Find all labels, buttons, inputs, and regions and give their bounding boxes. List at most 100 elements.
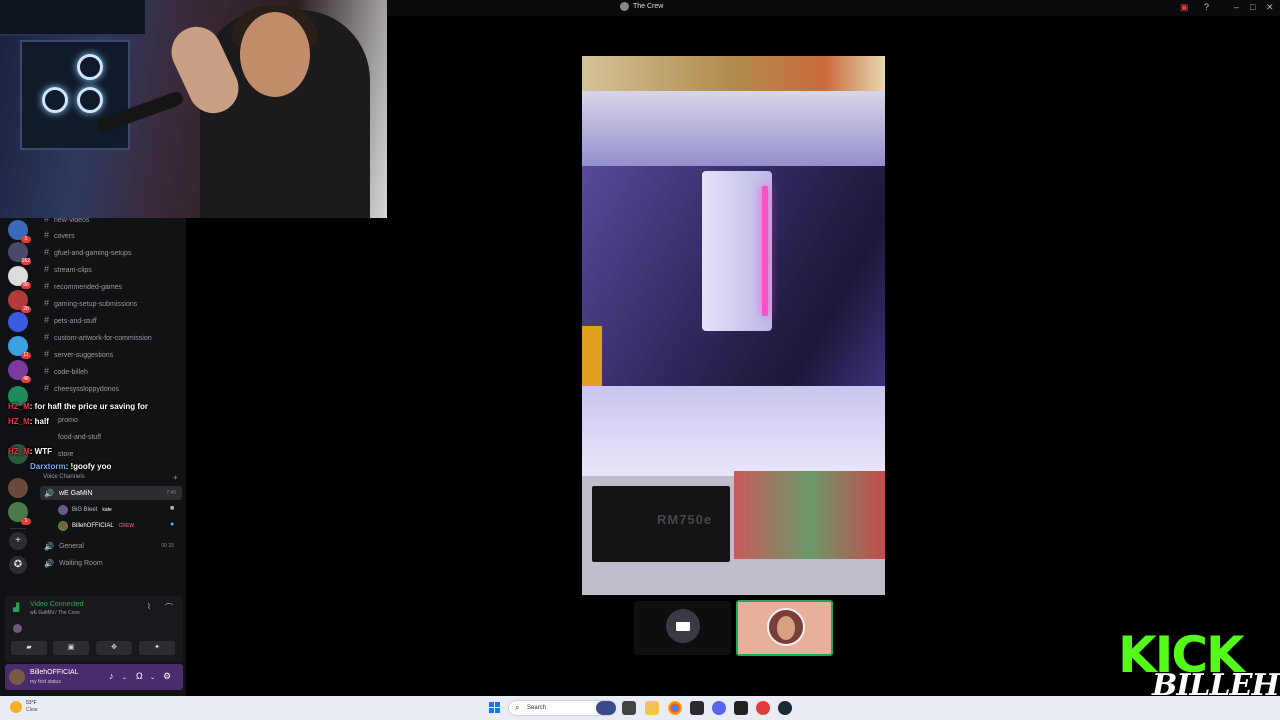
monitor [0, 0, 145, 36]
chat-user: HZ_M [8, 402, 30, 411]
server-icon[interactable]: 11 [8, 336, 31, 359]
weather-icon[interactable] [10, 701, 22, 713]
hash-icon: # [44, 315, 50, 325]
server-icon[interactable]: 86 [8, 266, 31, 289]
participant-tile[interactable] [634, 601, 731, 655]
custom-status: my first status [30, 679, 61, 685]
channel-item[interactable]: # recommended-games [44, 281, 122, 291]
server-badge: 1 [21, 236, 31, 243]
user-panel: BillehOFFICIAL my first status ♪ ⌄ Ω ⌄ ⚙ [5, 664, 183, 690]
channel-item[interactable]: # code-billeh [44, 366, 88, 376]
chat-user: HZ_M [8, 447, 30, 456]
channel-item[interactable]: # gaming-setup-submissions [44, 298, 137, 308]
voice-user[interactable]: BillehOFFICIAL CREW [58, 519, 136, 532]
voice-count: 00 [161, 543, 168, 549]
voice-channel-waiting-room[interactable]: 🔊 Waiting Room [40, 556, 182, 570]
signal-icon[interactable]: ▟ [13, 603, 19, 612]
video-light [582, 326, 602, 386]
psu-label: RM750e [657, 512, 713, 527]
chevron-down-icon[interactable]: ⌄ [150, 674, 155, 681]
screen-share-button[interactable]: ▣ [53, 641, 89, 655]
steam-icon[interactable] [778, 701, 792, 715]
server-badge: 28 [21, 306, 31, 313]
voice-channel-general[interactable]: 🔊 General 00 25 [40, 539, 182, 553]
close-button[interactable]: ✕ [1266, 2, 1274, 13]
start-button[interactable] [489, 702, 501, 714]
channel-name: code-billeh [54, 369, 88, 376]
channel-item[interactable]: promo [58, 417, 78, 424]
voice-channel-name: General [58, 542, 84, 550]
chevron-down-icon[interactable]: ⌄ [122, 674, 127, 681]
maximize-button[interactable]: □ [1250, 2, 1255, 12]
server-icon[interactable]: 162 [8, 242, 31, 265]
chat-user: Darxtorm [30, 462, 66, 471]
chrome-icon[interactable] [668, 701, 682, 715]
add-channel-icon[interactable]: + [173, 473, 178, 482]
fan [42, 87, 68, 113]
channel-item[interactable]: # covers [44, 230, 75, 240]
avatar[interactable] [9, 669, 25, 685]
fan [77, 54, 103, 80]
hash-icon: # [44, 349, 50, 359]
taskbar-app-icon[interactable] [596, 701, 616, 715]
hash-icon: # [44, 383, 50, 393]
webcam-overlay [0, 0, 387, 218]
main-video-stream[interactable]: RM750e [582, 56, 885, 595]
server-badge: 86 [21, 282, 31, 289]
voice-user-count: 00 25 [161, 543, 174, 549]
minimize-button[interactable]: – [1234, 2, 1239, 12]
server-icon[interactable] [8, 312, 28, 332]
voice-timer: 7:40 [166, 490, 176, 496]
channel-item[interactable]: # pets-and-stuff [44, 315, 97, 325]
chat-text: : half [29, 417, 49, 426]
camera-button[interactable]: ▰ [11, 641, 47, 655]
gear-icon[interactable]: ⚙ [163, 671, 171, 682]
channel-item[interactable]: store [58, 451, 74, 458]
explore-icon[interactable]: ✪ [9, 556, 27, 574]
voice-channels-header[interactable]: Voice Channels [43, 474, 85, 480]
disconnect-icon[interactable]: ⌒ [165, 602, 173, 613]
server-badge: 162 [20, 258, 31, 265]
channel-item[interactable]: # stream-clips [44, 264, 92, 274]
task-view-icon[interactable] [622, 701, 636, 715]
voice-channel-we-gamin[interactable]: 🔊 wE GaMiN 7:40 [40, 486, 182, 500]
channel-item[interactable]: # server-suggestions [44, 349, 113, 359]
window-title: The Crew [620, 2, 663, 11]
app-icon[interactable] [756, 701, 770, 715]
channel-item[interactable]: # custom-artwork-for-commission [44, 332, 152, 342]
voice-user[interactable]: BiG Bleet kate [58, 503, 114, 516]
server-icon[interactable]: 1 [8, 220, 31, 243]
add-server-icon[interactable]: + [9, 532, 27, 550]
server-icon[interactable]: 48 [8, 360, 31, 383]
headphones-icon[interactable]: Ω [136, 671, 143, 681]
channel-item[interactable]: # gfuel-and-gaming-setups [44, 247, 131, 257]
activities-button[interactable]: ✥ [96, 641, 132, 655]
username[interactable]: BillehOFFICIAL [30, 669, 79, 676]
connection-location[interactable]: wE GaMiN / The Crew [30, 610, 80, 616]
noise-suppression-icon[interactable]: ⌇ [147, 602, 151, 611]
speaker-icon: 🔊 [44, 488, 54, 498]
channel-name: cheesyssloppydonos [54, 386, 120, 393]
hash-icon: # [44, 281, 50, 291]
server-icon[interactable] [8, 478, 28, 498]
discord-icon[interactable] [712, 701, 726, 715]
chat-text: : for hafl the price ur saving for [29, 402, 149, 411]
channel-name: gfuel-and-gaming-setups [54, 250, 132, 257]
soundboard-button[interactable]: ✦ [139, 641, 175, 655]
x-icon[interactable] [690, 701, 704, 715]
hash-icon: # [44, 264, 50, 274]
participant-tile-speaking[interactable] [736, 600, 833, 656]
mic-icon[interactable]: ♪ [109, 671, 114, 681]
channel-item[interactable]: food-and-stuff [58, 434, 101, 441]
channel-item[interactable]: # cheesyssloppydonos [44, 383, 119, 393]
terminal-icon[interactable] [734, 701, 748, 715]
inbox-icon[interactable]: ▣ [1180, 2, 1189, 13]
channel-name: food-and-stuff [58, 434, 102, 441]
voice-user-name: BillehOFFICIAL [72, 522, 114, 529]
server-icon[interactable]: 28 [8, 290, 31, 313]
help-icon[interactable]: ? [1204, 2, 1209, 12]
channel-name: stream-clips [54, 267, 92, 274]
voice-channel-name: wE GaMiN [58, 489, 93, 497]
file-explorer-icon[interactable] [645, 701, 659, 715]
server-icon[interactable]: 1 [8, 502, 31, 525]
